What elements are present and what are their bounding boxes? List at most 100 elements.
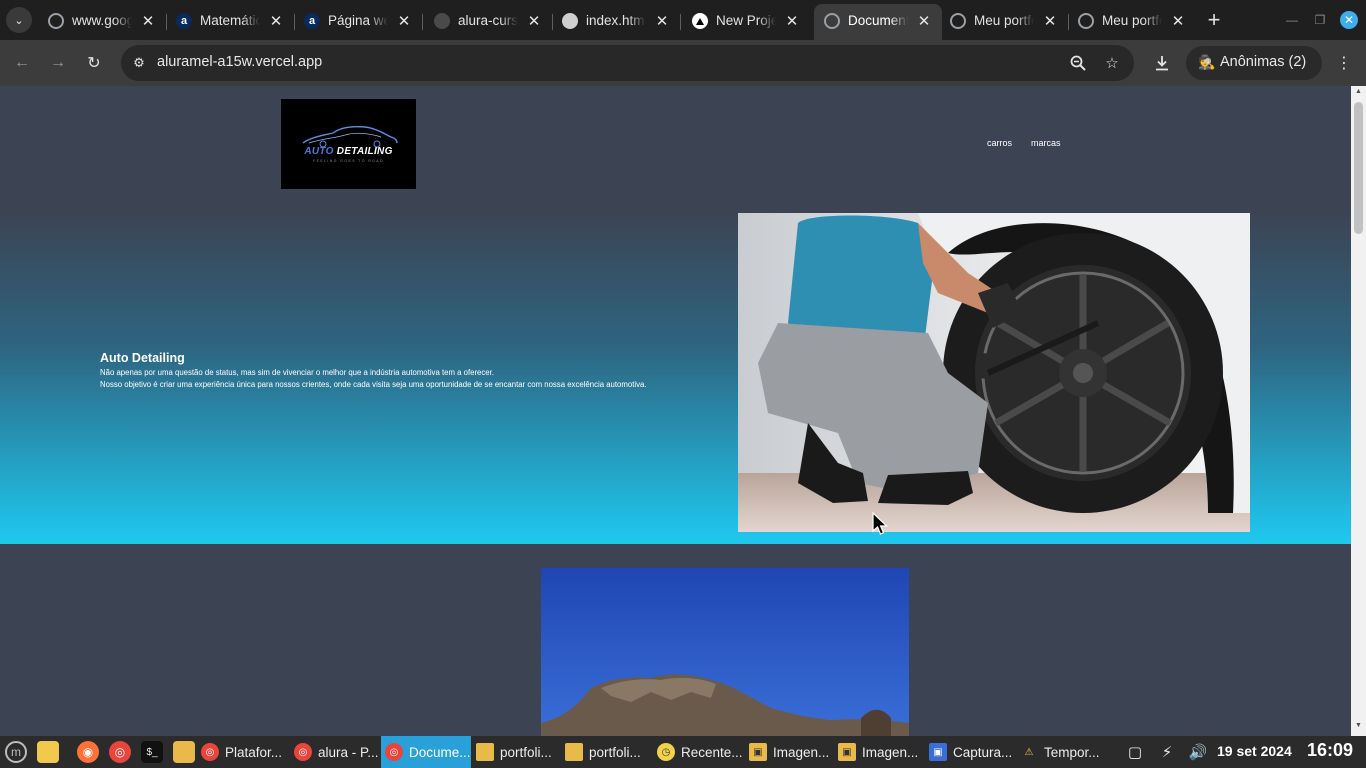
taskbar-window-button[interactable]: portfoli... bbox=[472, 736, 558, 768]
taskbar-window-button[interactable]: ◷ Recente... bbox=[653, 736, 743, 768]
warning-icon: ⚠ bbox=[1024, 746, 1034, 758]
tab-search-button[interactable]: ⌄ bbox=[6, 7, 32, 33]
browser-tab[interactable]: New Project ✕ bbox=[682, 4, 810, 40]
browser-tab[interactable]: Document ✕ bbox=[814, 4, 942, 40]
close-tab-icon[interactable]: ✕ bbox=[394, 11, 414, 31]
browser-tab[interactable]: a Matemática ✕ bbox=[166, 4, 295, 40]
camera-folder-icon: ▣ bbox=[749, 743, 767, 761]
taskbar-window-button[interactable]: portfoli... bbox=[561, 736, 650, 768]
tab-title: New Project bbox=[716, 13, 776, 28]
scroll-down-arrow-icon[interactable]: ▼ bbox=[1351, 722, 1366, 734]
taskbar-window-label: Recente... bbox=[681, 744, 743, 760]
browser-tab[interactable]: alura-cursos ✕ bbox=[424, 4, 553, 40]
clock-icon: ◷ bbox=[657, 743, 675, 761]
bookmark-star-icon[interactable]: ☆ bbox=[1102, 53, 1122, 73]
scroll-thumb[interactable] bbox=[1354, 102, 1363, 234]
tab-title: Meu portfolio bbox=[974, 13, 1034, 28]
browser-tab[interactable]: Meu portfolio ✕ bbox=[1068, 4, 1196, 40]
show-desktop-icon[interactable] bbox=[37, 741, 59, 763]
hero-title: Auto Detailing bbox=[100, 351, 185, 365]
browser-tab[interactable]: www.google.com ✕ bbox=[38, 4, 167, 40]
tab-title: Meu portfolio bbox=[1102, 13, 1162, 28]
vercel-icon bbox=[692, 13, 708, 29]
zoom-icon[interactable] bbox=[1068, 53, 1088, 73]
taskbar-window-label: Docume... bbox=[409, 744, 471, 760]
hero-description-line-2: Nosso objetivo é criar uma experiência ú… bbox=[100, 380, 647, 389]
window-close-button[interactable]: ✕ bbox=[1340, 11, 1358, 29]
logo-wordmark: AUTO DETAILING bbox=[304, 146, 393, 157]
close-tab-icon[interactable]: ✕ bbox=[782, 11, 802, 31]
globe-icon bbox=[48, 13, 64, 29]
alura-icon: a bbox=[304, 13, 320, 29]
folder-icon bbox=[476, 743, 494, 761]
taskbar-clock[interactable]: 16:09 bbox=[1307, 740, 1353, 761]
maximize-icon[interactable]: ❐ bbox=[1310, 10, 1330, 30]
browser-tab[interactable]: index.html ✕ bbox=[552, 4, 681, 40]
close-tab-icon[interactable]: ✕ bbox=[652, 11, 672, 31]
nav-link-carros[interactable]: carros bbox=[987, 138, 1012, 148]
minimize-icon[interactable]: — bbox=[1282, 10, 1302, 30]
scroll-up-arrow-icon[interactable]: ▲ bbox=[1351, 88, 1366, 100]
page-scrollbar[interactable]: ▲ ▼ bbox=[1351, 86, 1366, 736]
github-icon bbox=[562, 13, 578, 29]
incognito-profile-button[interactable]: 🕵 Anônimas (2) bbox=[1186, 46, 1322, 80]
browser-tab[interactable]: Meu portfolio ✕ bbox=[940, 4, 1069, 40]
alura-icon: a bbox=[176, 13, 192, 29]
terminal-icon[interactable]: $_ bbox=[141, 741, 163, 763]
globe-icon bbox=[824, 13, 840, 29]
camera-folder-icon: ▣ bbox=[838, 743, 856, 761]
forward-button[interactable]: → bbox=[46, 51, 70, 75]
mountain-photo bbox=[541, 568, 909, 736]
chrome-launcher-icon[interactable]: ◎ bbox=[109, 741, 131, 763]
tab-title: Matemática bbox=[200, 13, 260, 28]
globe-icon bbox=[950, 13, 966, 29]
page-viewport: AUTO DETAILING FEELING GOES TO ROAD carr… bbox=[0, 86, 1351, 736]
firefox-icon[interactable]: ◉ bbox=[77, 741, 99, 763]
hero-section: Auto Detailing Não apenas por uma questã… bbox=[0, 213, 1351, 544]
taskbar-window-button[interactable]: ◎ alura - P... bbox=[290, 736, 379, 768]
incognito-icon: 🕵 bbox=[1198, 54, 1216, 70]
nav-link-marcas[interactable]: marcas bbox=[1031, 138, 1061, 148]
site-header: AUTO DETAILING FEELING GOES TO ROAD carr… bbox=[0, 86, 1351, 213]
close-tab-icon[interactable]: ✕ bbox=[914, 11, 934, 31]
site-logo[interactable]: AUTO DETAILING FEELING GOES TO ROAD bbox=[281, 99, 416, 189]
taskbar-window-button[interactable]: ◎ Platafor... bbox=[197, 736, 287, 768]
close-tab-icon[interactable]: ✕ bbox=[1168, 11, 1188, 31]
folder-icon bbox=[565, 743, 583, 761]
site-settings-icon[interactable]: ⚙ bbox=[129, 53, 149, 73]
volume-icon[interactable]: 🔊 bbox=[1188, 742, 1208, 762]
tab-title: Página web bbox=[328, 13, 388, 28]
mouse-cursor-icon bbox=[872, 512, 888, 535]
workspace-switcher-icon[interactable]: ▢ bbox=[1125, 742, 1145, 762]
chrome-icon: ◎ bbox=[385, 743, 403, 761]
tab-title: www.google.com bbox=[72, 13, 132, 28]
close-tab-icon[interactable]: ✕ bbox=[266, 11, 286, 31]
power-manager-icon[interactable]: ⚡ bbox=[1157, 742, 1177, 762]
os-taskbar: m ◉ ◎ $_ ◎ Platafor... ◎ alura - P... ◎ Docum… bbox=[0, 736, 1366, 768]
taskbar-window-label: Imagen... bbox=[862, 744, 919, 760]
taskbar-window-button[interactable]: ▣ Imagen... bbox=[745, 736, 831, 768]
hero-description-line-1: Não apenas por uma questão de status, ma… bbox=[100, 368, 494, 377]
files-icon[interactable] bbox=[173, 741, 195, 763]
close-tab-icon[interactable]: ✕ bbox=[524, 11, 544, 31]
browser-menu-icon[interactable]: ⋮ bbox=[1332, 51, 1356, 75]
taskbar-window-label: Imagen... bbox=[773, 744, 830, 760]
taskbar-window-button[interactable]: ⚠ Tempor... bbox=[1016, 736, 1111, 768]
car-silhouette-icon bbox=[302, 125, 398, 148]
back-button[interactable]: ← bbox=[10, 51, 34, 75]
taskbar-window-button[interactable]: ▣ Captura... bbox=[925, 736, 1013, 768]
chrome-icon: ◎ bbox=[201, 743, 219, 761]
incognito-label: Anônimas (2) bbox=[1220, 54, 1307, 70]
reload-button[interactable]: ↻ bbox=[82, 51, 106, 75]
globe-icon bbox=[1078, 13, 1094, 29]
address-bar[interactable]: ⚙ aluramel-a15w.vercel.app ☆ bbox=[121, 45, 1134, 81]
close-tab-icon[interactable]: ✕ bbox=[138, 11, 158, 31]
mint-menu-icon[interactable]: m bbox=[5, 741, 27, 763]
close-tab-icon[interactable]: ✕ bbox=[1040, 11, 1060, 31]
taskbar-window-button[interactable]: ◎ Docume... bbox=[381, 736, 471, 768]
taskbar-window-button[interactable]: ▣ Imagen... bbox=[834, 736, 922, 768]
new-tab-button[interactable]: + bbox=[1202, 7, 1226, 32]
taskbar-date[interactable]: 19 set 2024 bbox=[1217, 743, 1292, 759]
browser-tab[interactable]: a Página web ✕ bbox=[294, 4, 423, 40]
download-icon[interactable] bbox=[1150, 51, 1174, 75]
